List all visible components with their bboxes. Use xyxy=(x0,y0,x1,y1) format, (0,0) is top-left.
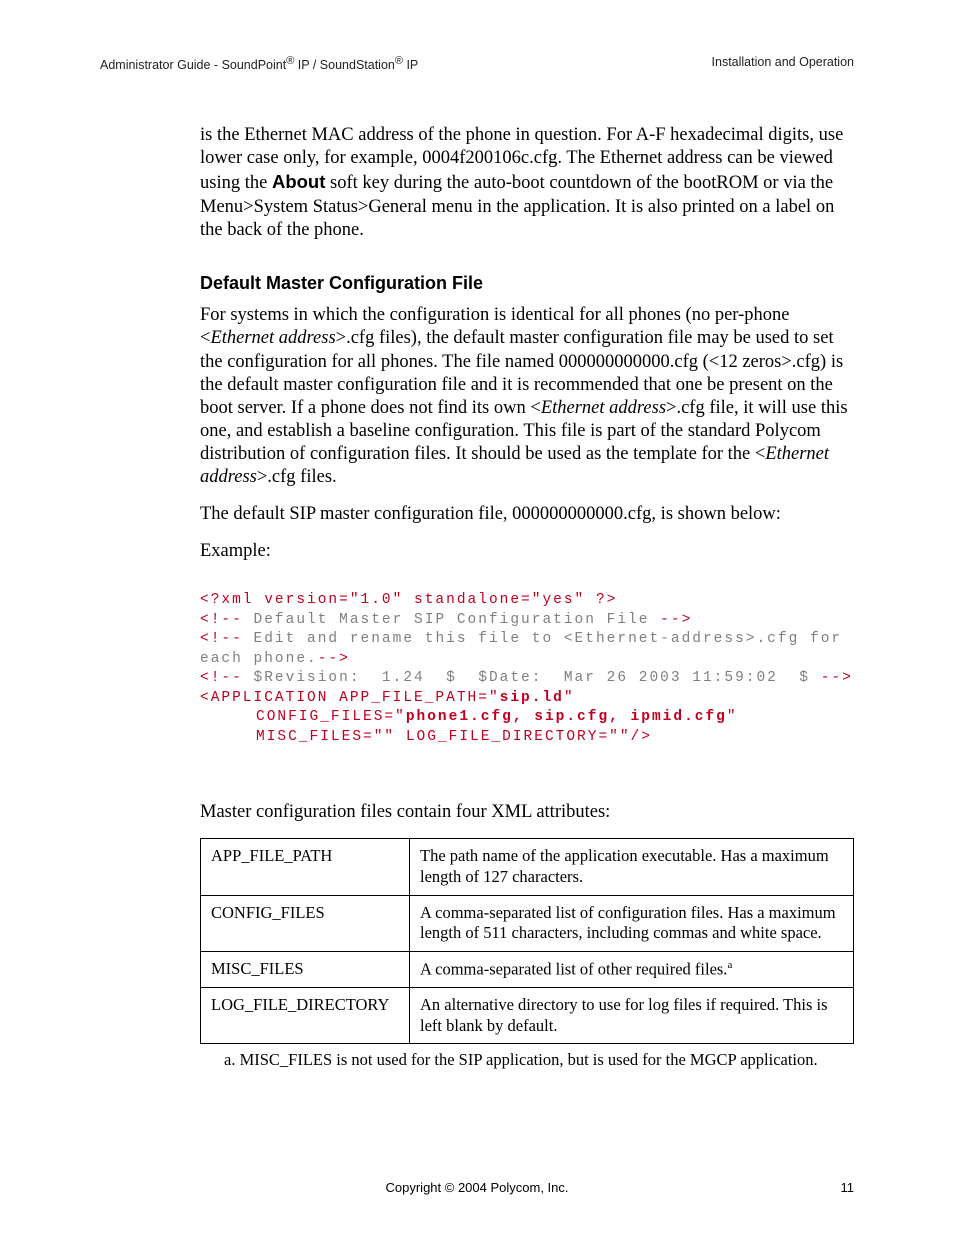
code-line: <?xml version="1.0" standalone="yes" ?> xyxy=(200,592,617,608)
code-text: <!-- xyxy=(200,631,254,647)
code-comment: Edit and rename this file to <Ethernet-a… xyxy=(200,631,853,667)
code-line: <!-- Edit and rename this file to <Ether… xyxy=(200,631,853,667)
code-bold: sip.ld xyxy=(500,690,564,706)
code-block: <?xml version="1.0" standalone="yes" ?> … xyxy=(200,572,854,768)
example-label: Example: xyxy=(200,540,854,563)
code-text: <APPLICATION APP_FILE_PATH=" xyxy=(200,690,500,706)
table-row: CONFIG_FILES A comma-separated list of c… xyxy=(201,895,854,951)
attr-desc: A comma-separated list of configuration … xyxy=(410,895,854,951)
page-number: 11 xyxy=(841,1180,855,1195)
code-line: <!-- Default Master SIP Configuration Fi… xyxy=(200,612,692,628)
attr-desc: A comma-separated list of other required… xyxy=(410,951,854,987)
code-comment: Default Master SIP Configuration File xyxy=(254,612,650,628)
table-row: LOG_FILE_DIRECTORY An alternative direct… xyxy=(201,987,854,1043)
code-text: <!-- xyxy=(200,612,254,628)
code-line: MISC_FILES="" LOG_FILE_DIRECTORY=""/> xyxy=(200,728,652,748)
code-line: <APPLICATION APP_FILE_PATH="sip.ld" xyxy=(200,690,575,706)
code-text: --> xyxy=(649,612,692,628)
code-text: <!-- xyxy=(200,670,254,686)
section-heading: Default Master Configuration File xyxy=(200,272,854,295)
attr-name: LOG_FILE_DIRECTORY xyxy=(201,987,410,1043)
page: Administrator Guide - SoundPoint ® IP / S… xyxy=(0,0,954,1235)
attr-desc: An alternative directory to use for log … xyxy=(410,987,854,1043)
code-line: CONFIG_FILES="phone1.cfg, sip.cfg, ipmid… xyxy=(200,708,738,728)
attr-name: MISC_FILES xyxy=(201,951,410,987)
text: A comma-separated list of other required… xyxy=(420,959,727,978)
table-footnote: a. MISC_FILES is not used for the SIP ap… xyxy=(224,1050,854,1071)
paragraph: Master configuration files contain four … xyxy=(200,801,854,824)
attr-name: APP_FILE_PATH xyxy=(201,839,410,895)
code-line: <!-- $Revision: 1.24 $ $Date: Mar 26 200… xyxy=(200,670,853,686)
code-comment: $Revision: 1.24 $ $Date: Mar 26 2003 11:… xyxy=(254,670,810,686)
code-text: --> xyxy=(318,651,350,667)
footer-copyright: Copyright © 2004 Polycom, Inc. xyxy=(100,1180,854,1195)
attr-name: CONFIG_FILES xyxy=(201,895,410,951)
header-right: Installation and Operation xyxy=(712,55,854,72)
text: Administrator Guide - SoundPoint xyxy=(100,58,286,72)
italic-text: Ethernet address xyxy=(541,398,666,418)
text: >.cfg files. xyxy=(257,467,337,487)
attr-desc: The path name of the application executa… xyxy=(410,839,854,895)
paragraph: For systems in which the configuration i… xyxy=(200,304,854,489)
code-text: " xyxy=(564,690,575,706)
footnote-ref: a xyxy=(727,959,732,971)
header-left: Administrator Guide - SoundPoint ® IP / S… xyxy=(100,55,418,72)
content-column: is the Ethernet MAC address of the phone… xyxy=(200,124,854,1071)
code-bold: phone1.cfg, sip.cfg, ipmid.cfg xyxy=(406,709,727,725)
text: IP xyxy=(403,58,418,72)
attributes-table: APP_FILE_PATH The path name of the appli… xyxy=(200,838,854,1044)
code-text: " xyxy=(727,709,738,725)
code-text: --> xyxy=(810,670,853,686)
code-text: CONFIG_FILES=" xyxy=(256,709,406,725)
italic-text: Ethernet address xyxy=(210,328,335,348)
text: IP / SoundStation xyxy=(294,58,395,72)
table-row: APP_FILE_PATH The path name of the appli… xyxy=(201,839,854,895)
running-header: Administrator Guide - SoundPoint ® IP / S… xyxy=(100,55,854,72)
table-row: MISC_FILES A comma-separated list of oth… xyxy=(201,951,854,987)
paragraph: The default SIP master configuration fil… xyxy=(200,503,854,526)
softkey-name: About xyxy=(272,171,325,192)
paragraph: is the Ethernet MAC address of the phone… xyxy=(200,124,854,242)
registered-mark: ® xyxy=(395,55,403,67)
